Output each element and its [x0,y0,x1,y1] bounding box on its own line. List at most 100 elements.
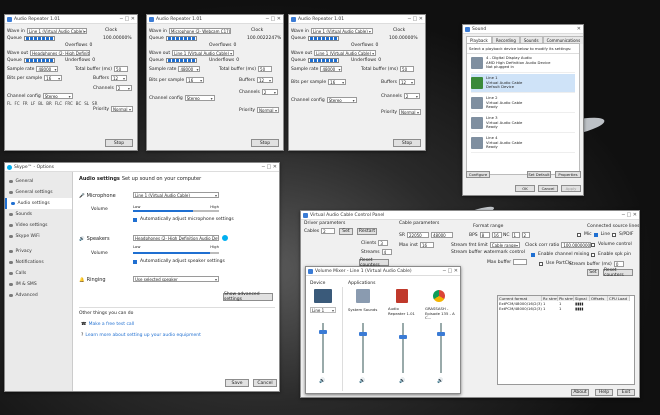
close-icon[interactable]: ✕ [577,26,581,32]
stream-fmt-select[interactable]: Cable range [489,242,520,248]
auto-mic-checkbox[interactable] [133,217,137,222]
cables-input[interactable]: 2 [321,228,336,234]
nc-max-input[interactable]: 2 [521,232,530,238]
buffers-select[interactable]: 12 [399,79,416,85]
sample-rate-select[interactable]: 48000 [320,66,343,72]
mute-speaker-icon[interactable]: 🔊 [319,378,325,384]
reset-counters-button[interactable]: Reset counters [359,258,389,268]
auto-speaker-checkbox[interactable] [133,259,137,264]
bps-max-input[interactable]: 16 [491,232,502,238]
device-item[interactable]: Line 1 Virtual Audio Cable Default Device [471,74,575,93]
table-row[interactable]: ExtPCM/48000/16/2(3) 1 1 ▮▮▮▮ [498,306,634,311]
play-test-sound-button[interactable] [222,235,228,241]
configure-button[interactable]: Configure [466,171,490,178]
wave-in-select[interactable]: Line 1 (Virtual Audio Cable) [26,28,87,34]
sr-min-input[interactable]: 22050 [406,232,429,238]
enable-spk-pin-checkbox[interactable] [591,252,595,257]
buffers-select[interactable]: 12 [111,75,128,81]
save-button[interactable]: Save [225,379,249,387]
stop-button[interactable]: Stop [251,139,279,147]
sidebar-item-privacy[interactable]: Privacy [5,246,72,257]
sidebar-item-skype-wifi[interactable]: Skype WiFi [5,231,72,242]
channels-select[interactable]: 2 [261,89,278,95]
window-controls[interactable]: ─ □ ✕ [120,16,135,22]
sidebar-item-general-settings[interactable]: General settings [5,187,72,198]
window-controls[interactable]: ─ □ ✕ [622,212,637,218]
volume-control-checkbox[interactable] [591,242,595,247]
wave-out-select[interactable]: Headphones (2- High Definition [30,50,91,56]
slider-thumb[interactable] [359,332,367,337]
device-item[interactable]: 4 - Digital Display Audio AMD High Defini… [471,54,575,73]
set-button[interactable]: Set [587,269,599,276]
learn-more-link[interactable]: Learn more about setting up your audio e… [85,333,200,338]
sample-rate-select[interactable]: 48000 [36,66,59,72]
sidebar-item-general[interactable]: General [5,176,72,187]
buffers-select[interactable]: 12 [257,77,274,83]
device-volume-slider[interactable] [319,323,327,373]
mute-speaker-icon[interactable]: 🔊 [437,378,443,384]
test-call-link[interactable]: Make a free test call [89,322,135,327]
total-buffer-input[interactable]: 50 [400,66,415,72]
enable-mixing-checkbox[interactable] [531,252,535,257]
reset-counters-button[interactable]: Reset counters [603,268,633,278]
sidebar-item-sounds[interactable]: Sounds [5,209,72,220]
ok-button[interactable]: OK [515,185,535,192]
properties-button[interactable]: Properties [555,171,581,178]
sidebar-item-advanced[interactable]: Advanced [5,290,72,301]
mic-checkbox[interactable] [577,232,581,237]
speakers-select[interactable]: Headphones (2- High Definition Audio Dev… [133,235,219,241]
stream-buffer-ms-input[interactable]: 0 [613,261,624,267]
restart-button[interactable]: Restart [357,228,377,235]
channels-select[interactable]: 2 [403,93,420,99]
bits-select[interactable]: 16 [186,77,205,83]
app-volume-slider[interactable] [437,323,445,373]
clock-corr-input[interactable]: 100.0000000 [561,242,592,248]
wave-out-select[interactable]: Line 1 (Virtual Audio Cable) [172,50,235,56]
microphone-select[interactable]: Line 1 (Virtual Audio Cable) [133,192,219,198]
window-controls[interactable]: ─ □ ✕ [443,268,458,274]
spdif-checkbox[interactable] [612,232,616,237]
channels-select[interactable]: 2 [115,85,132,91]
mute-speaker-icon[interactable]: 🔊 [359,378,365,384]
app-volume-slider[interactable] [399,323,407,373]
channel-config-select[interactable]: Stereo [326,97,357,103]
app-volume-slider[interactable] [359,323,367,373]
use-portcls-checkbox[interactable] [539,261,543,266]
max-inst-input[interactable]: 16 [419,242,434,248]
device-select[interactable]: Line 1 [310,307,336,313]
device-item[interactable]: Line 4 Virtual Audio Cable Ready [471,134,575,153]
wave-in-select[interactable]: Microphone (2- Webcam C170) [168,28,231,34]
line-checkbox[interactable] [593,232,598,237]
stop-button[interactable]: Stop [393,139,421,147]
sidebar-item-audio-settings[interactable]: Audio settings [5,198,72,209]
bits-select[interactable]: 16 [44,75,63,81]
stop-button[interactable]: Stop [105,139,133,147]
cancel-button[interactable]: Cancel [253,379,277,387]
help-button[interactable]: Help [595,389,613,396]
bits-select[interactable]: 16 [328,79,347,85]
total-buffer-input[interactable]: 50 [114,66,129,72]
priority-select[interactable]: Normal [257,107,280,113]
apply-button[interactable]: Apply [561,185,581,192]
set-button[interactable]: Set [339,228,353,235]
sidebar-item-calls[interactable]: Calls [5,268,72,279]
ringing-select[interactable]: Use selected speaker [133,276,219,282]
sr-max-input[interactable]: 48000 [430,232,453,238]
about-button[interactable]: About [571,389,589,396]
total-buffer-input[interactable]: 50 [258,66,273,72]
show-advanced-button[interactable]: Show advanced settings [223,292,273,302]
window-controls[interactable]: ─ □ ✕ [266,16,281,22]
priority-select[interactable]: Normal [111,106,134,112]
set-default-button[interactable]: Set Default [527,171,551,178]
sidebar-item-im-sms[interactable]: IM & SMS [5,279,72,290]
nc-min-input[interactable]: 1 [511,232,520,238]
sidebar-item-notifications[interactable]: Notifications [5,257,72,268]
wave-in-select[interactable]: Line 1 (Virtual Audio Cable) [310,28,373,34]
device-item[interactable]: Line 3 Virtual Audio Cable Ready [471,114,575,133]
microphone-volume-slider[interactable] [133,210,219,212]
exit-button[interactable]: Exit [617,389,635,396]
channel-config-select[interactable]: Stereo [184,95,215,101]
slider-thumb[interactable] [399,334,407,339]
window-controls[interactable]: ─ □ ✕ [262,164,277,170]
wave-out-select[interactable]: Line 1 (Virtual Audio Cable) [314,50,377,56]
